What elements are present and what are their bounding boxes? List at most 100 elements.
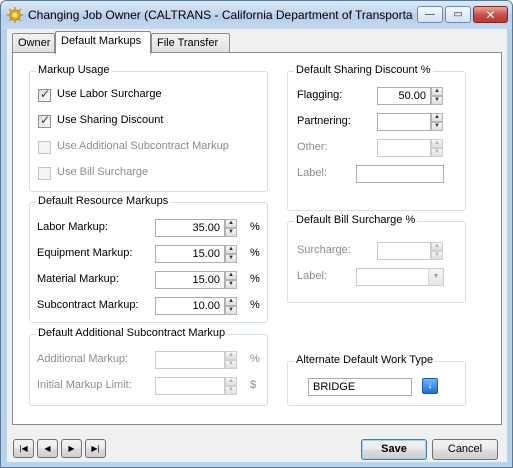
additional-markup-spinner[interactable]: ▲ ▼	[155, 351, 237, 369]
use-sharing-discount-label[interactable]: Use Sharing Discount	[57, 114, 163, 126]
tab-owner[interactable]: Owner	[12, 33, 55, 53]
sharing-discount-title: Default Sharing Discount %	[294, 64, 433, 76]
use-bill-surcharge-label: Use Bill Surcharge	[57, 166, 149, 178]
additional-markup-input[interactable]	[155, 351, 225, 369]
default-markups-panel: Markup Usage Use Labor Surcharge Use Sha…	[12, 52, 502, 425]
initial-markup-limit-spinner[interactable]: ▲ ▼	[155, 377, 237, 395]
sharing-label-label: Label:	[297, 167, 327, 179]
use-bill-surcharge-checkbox[interactable]	[38, 167, 51, 180]
gear-sun-icon	[7, 7, 23, 23]
spin-down-icon[interactable]: ▼	[225, 360, 237, 369]
dialog-client: Owner Default Markups File Transfer Mark…	[7, 29, 507, 462]
sharing-discount-group: Default Sharing Discount % Flagging: 50.…	[287, 64, 466, 211]
initial-markup-limit-unit: $	[250, 379, 257, 391]
spin-down-icon[interactable]: ▼	[431, 148, 443, 157]
material-markup-input[interactable]: 15.00	[155, 271, 225, 289]
initial-markup-limit-input[interactable]	[155, 377, 225, 395]
additional-markup-label: Additional Markup:	[37, 353, 129, 365]
last-record-button[interactable]: ▶|	[85, 439, 106, 458]
resource-markups-title: Default Resource Markups	[36, 195, 171, 207]
tab-file-transfer[interactable]: File Transfer	[151, 33, 230, 53]
additional-subcontract-group: Default Additional Subcontract Markup Ad…	[29, 327, 268, 406]
initial-markup-limit-label: Initial Markup Limit:	[37, 379, 132, 391]
spin-down-icon[interactable]: ▼	[225, 306, 237, 315]
minimize-button[interactable]: —	[417, 6, 443, 23]
material-markup-spinner[interactable]: 15.00 ▲ ▼	[155, 271, 237, 289]
work-type-input[interactable]: BRIDGE	[308, 378, 412, 396]
other-spinner[interactable]: ▲ ▼	[377, 139, 443, 157]
window-title: Changing Job Owner (CALTRANS - Californi…	[28, 8, 413, 22]
other-input[interactable]	[377, 139, 431, 157]
sharing-label-input[interactable]	[356, 165, 444, 183]
markup-usage-group: Markup Usage Use Labor Surcharge Use Sha…	[29, 64, 268, 192]
material-markup-label: Material Markup:	[37, 273, 119, 285]
labor-markup-spinner[interactable]: 35.00 ▲ ▼	[155, 219, 237, 237]
use-sharing-discount-checkbox[interactable]	[38, 113, 51, 128]
partnering-label: Partnering:	[297, 115, 351, 127]
labor-markup-label: Labor Markup:	[37, 221, 108, 233]
arrow-down-icon[interactable]: ↓	[422, 378, 438, 394]
spin-up-icon[interactable]: ▲	[431, 242, 443, 251]
partnering-spinner[interactable]: ▲ ▼	[377, 113, 443, 131]
use-labor-surcharge-checkbox[interactable]	[38, 87, 51, 102]
spin-down-icon[interactable]: ▼	[225, 280, 237, 289]
spin-up-icon[interactable]: ▲	[225, 351, 237, 360]
spin-down-icon[interactable]: ▼	[225, 254, 237, 263]
labor-markup-input[interactable]: 35.00	[155, 219, 225, 237]
close-button[interactable]: ✕	[473, 6, 508, 23]
chevron-down-icon[interactable]: ▼	[428, 269, 443, 285]
additional-subcontract-title: Default Additional Subcontract Markup	[36, 327, 228, 339]
flagging-spinner[interactable]: 50.00 ▲ ▼	[377, 87, 443, 105]
equipment-markup-spinner[interactable]: 15.00 ▲ ▼	[155, 245, 237, 263]
previous-record-button[interactable]: ◀	[37, 439, 58, 458]
use-additional-subcontract-markup-label: Use Additional Subcontract Markup	[57, 140, 229, 152]
work-type-group: Alternate Default Work Type BRIDGE ↓	[287, 354, 466, 406]
bill-label-label: Label:	[297, 270, 327, 282]
surcharge-input[interactable]	[377, 242, 431, 260]
spin-up-icon[interactable]: ▲	[225, 219, 237, 228]
partnering-input[interactable]	[377, 113, 431, 131]
spin-down-icon[interactable]: ▼	[431, 122, 443, 131]
use-labor-surcharge-label[interactable]: Use Labor Surcharge	[57, 88, 162, 100]
additional-markup-unit: %	[250, 353, 260, 365]
use-additional-subcontract-markup-checkbox[interactable]	[38, 141, 51, 154]
spin-down-icon[interactable]: ▼	[431, 96, 443, 105]
subcontract-markup-label: Subcontract Markup:	[37, 299, 139, 311]
markup-usage-title: Markup Usage	[36, 64, 112, 76]
title-bar[interactable]: Changing Job Owner (CALTRANS - Californi…	[1, 1, 512, 29]
cancel-button[interactable]: Cancel	[432, 439, 498, 460]
save-button[interactable]: Save	[361, 439, 427, 460]
spin-down-icon[interactable]: ▼	[431, 251, 443, 260]
first-record-button[interactable]: |◀	[13, 439, 34, 458]
maximize-button[interactable]: ▭	[445, 6, 471, 23]
spin-up-icon[interactable]: ▲	[225, 297, 237, 306]
equipment-markup-label: Equipment Markup:	[37, 247, 133, 259]
tab-default-markups[interactable]: Default Markups	[55, 31, 151, 54]
bill-surcharge-title: Default Bill Surcharge %	[294, 214, 418, 226]
spin-down-icon[interactable]: ▼	[225, 228, 237, 237]
spin-up-icon[interactable]: ▲	[431, 139, 443, 148]
equipment-markup-unit: %	[250, 247, 260, 259]
spin-up-icon[interactable]: ▲	[225, 377, 237, 386]
labor-markup-unit: %	[250, 221, 260, 233]
flagging-input[interactable]: 50.00	[377, 87, 431, 105]
resource-markups-group: Default Resource Markups Labor Markup: 3…	[29, 195, 268, 323]
spin-up-icon[interactable]: ▲	[225, 245, 237, 254]
surcharge-spinner[interactable]: ▲ ▼	[377, 242, 443, 260]
subcontract-markup-input[interactable]: 10.00	[155, 297, 225, 315]
dialog-window: Changing Job Owner (CALTRANS - Californi…	[0, 0, 513, 468]
next-record-button[interactable]: ▶	[61, 439, 82, 458]
bill-surcharge-group: Default Bill Surcharge % Surcharge: ▲ ▼ L…	[287, 214, 466, 303]
surcharge-label: Surcharge:	[297, 244, 351, 256]
subcontract-markup-unit: %	[250, 299, 260, 311]
spin-up-icon[interactable]: ▲	[431, 87, 443, 96]
other-label: Other:	[297, 141, 328, 153]
flagging-label: Flagging:	[297, 89, 343, 101]
subcontract-markup-spinner[interactable]: 10.00 ▲ ▼	[155, 297, 237, 315]
equipment-markup-input[interactable]: 15.00	[155, 245, 225, 263]
spin-up-icon[interactable]: ▲	[225, 271, 237, 280]
work-type-title: Alternate Default Work Type	[294, 354, 436, 366]
bill-label-combo[interactable]: ▼	[356, 268, 444, 286]
spin-up-icon[interactable]: ▲	[431, 113, 443, 122]
spin-down-icon[interactable]: ▼	[225, 386, 237, 395]
